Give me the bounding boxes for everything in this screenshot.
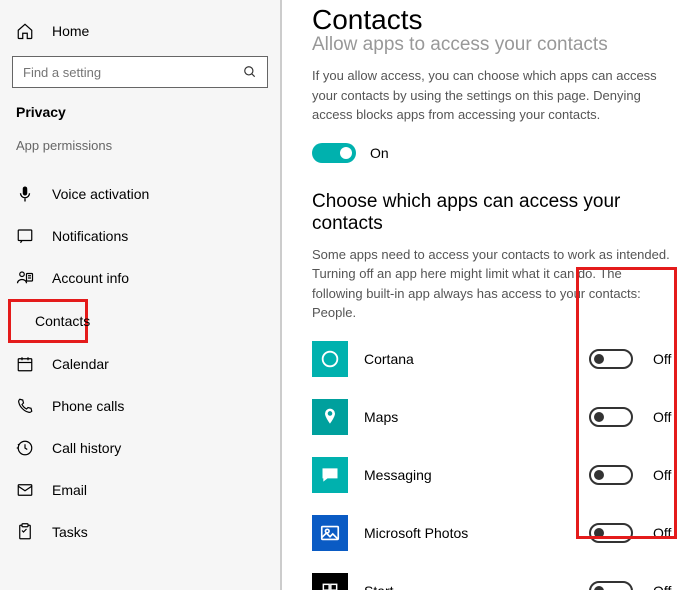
- app-toggle-state: Off: [653, 409, 671, 425]
- settings-sidebar: Home Privacy App permissions Voice activ…: [0, 0, 280, 590]
- help-text-1: If you allow access, you can choose whic…: [312, 66, 672, 125]
- sidebar-item-phone[interactable]: Phone calls: [8, 385, 272, 427]
- phone-icon: [16, 397, 34, 415]
- app-toggle-photos[interactable]: [589, 523, 633, 543]
- app-toggle-state: Off: [653, 351, 671, 367]
- sidebar-item-label: Notifications: [52, 228, 128, 244]
- sidebar-item-label: Account info: [52, 270, 129, 286]
- maps-icon: [312, 399, 348, 435]
- search-icon: [243, 65, 257, 79]
- settings-main: Contacts Allow apps to access your conta…: [280, 0, 700, 590]
- app-row-start: Start Off: [312, 573, 678, 590]
- search-input[interactable]: [23, 65, 243, 80]
- messaging-icon: [312, 457, 348, 493]
- section2-title: Choose which apps can access your contac…: [312, 191, 678, 235]
- notification-icon: [16, 227, 34, 245]
- app-name: Microsoft Photos: [364, 525, 583, 541]
- apps-list: Cortana Off Maps Off Messaging Off: [312, 341, 678, 590]
- sidebar-item-label: Call history: [52, 440, 121, 456]
- master-toggle-row: On: [312, 143, 678, 163]
- microphone-icon: [16, 185, 34, 203]
- master-toggle[interactable]: [312, 143, 356, 163]
- page-title: Contacts: [312, 0, 678, 36]
- sidebar-item-voice[interactable]: Voice activation: [8, 173, 272, 215]
- tasks-icon: [16, 523, 34, 541]
- app-toggle-state: Off: [653, 583, 671, 590]
- cortana-icon: [312, 341, 348, 377]
- category-title: Privacy: [8, 104, 272, 138]
- email-icon: [16, 481, 34, 499]
- master-toggle-state: On: [370, 145, 389, 161]
- sidebar-item-tasks[interactable]: Tasks: [8, 511, 272, 553]
- home-icon: [16, 22, 34, 40]
- sidebar-item-label: Email: [52, 482, 87, 498]
- app-toggle-state: Off: [653, 467, 671, 483]
- sidebar-item-calendar[interactable]: Calendar: [8, 343, 272, 385]
- app-toggle-start[interactable]: [589, 581, 633, 590]
- photos-icon: [312, 515, 348, 551]
- calendar-icon: [16, 355, 34, 373]
- app-name: Messaging: [364, 467, 583, 483]
- sidebar-item-callhistory[interactable]: Call history: [8, 427, 272, 469]
- help-text-2: Some apps need to access your contacts t…: [312, 245, 672, 323]
- sidebar-item-label: Phone calls: [52, 398, 124, 414]
- app-name: Maps: [364, 409, 583, 425]
- section-subtitle-truncated: Allow apps to access your contacts: [312, 34, 678, 56]
- sidebar-item-label: Tasks: [52, 524, 88, 540]
- home-label: Home: [52, 23, 89, 39]
- sidebar-item-label: Contacts: [35, 313, 90, 329]
- history-icon: [16, 439, 34, 457]
- sidebar-item-label: Voice activation: [52, 186, 149, 202]
- app-toggle-maps[interactable]: [589, 407, 633, 427]
- app-row-maps: Maps Off: [312, 399, 678, 435]
- app-name: Start: [364, 583, 583, 590]
- app-row-messaging: Messaging Off: [312, 457, 678, 493]
- search-input-container[interactable]: [12, 56, 268, 88]
- sidebar-item-notifications[interactable]: Notifications: [8, 215, 272, 257]
- app-row-photos: Microsoft Photos Off: [312, 515, 678, 551]
- start-icon: [312, 573, 348, 590]
- sidebar-item-email[interactable]: Email: [8, 469, 272, 511]
- sidebar-item-contacts[interactable]: Contacts: [11, 302, 85, 340]
- app-toggle-messaging[interactable]: [589, 465, 633, 485]
- highlight-box-sidebar: Contacts: [8, 299, 88, 343]
- app-toggle-state: Off: [653, 525, 671, 541]
- sidebar-item-account[interactable]: Account info: [8, 257, 272, 299]
- sidebar-item-label: Calendar: [52, 356, 109, 372]
- app-name: Cortana: [364, 351, 583, 367]
- home-link[interactable]: Home: [8, 10, 272, 52]
- account-icon: [16, 269, 34, 287]
- app-toggle-cortana[interactable]: [589, 349, 633, 369]
- app-row-cortana: Cortana Off: [312, 341, 678, 377]
- group-label: App permissions: [8, 138, 272, 173]
